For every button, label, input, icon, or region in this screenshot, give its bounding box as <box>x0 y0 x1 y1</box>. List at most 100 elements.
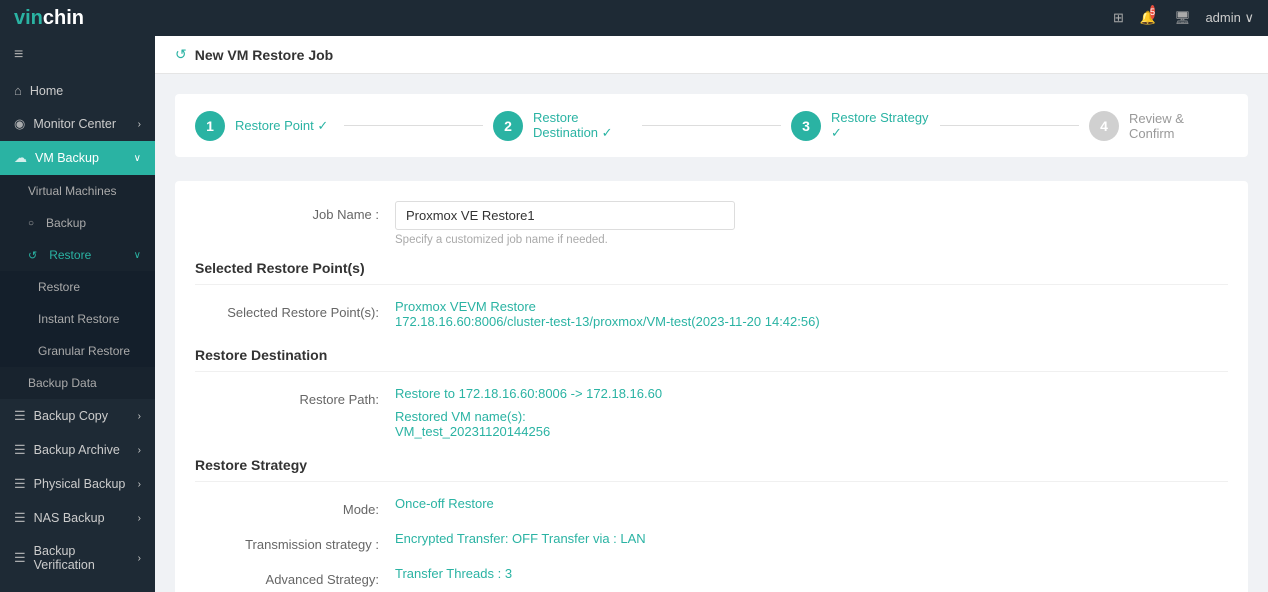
nas-backup-icon: ☰ <box>14 510 26 526</box>
backup-copy-arrow-icon: › <box>138 411 141 422</box>
sidebar-toggle[interactable]: ≡ <box>0 36 155 74</box>
sidebar-item-backup-data[interactable]: Backup Data <box>0 367 155 399</box>
step-1-circle: 1 <box>195 111 225 141</box>
backup-verification-icon: ☰ <box>14 550 26 566</box>
advanced-row: Advanced Strategy: Transfer Threads : 3 <box>195 566 1228 587</box>
sidebar-label-backup-verification: Backup Verification <box>34 544 130 572</box>
stepper: 1 Restore Point ✓ 2 Restore Destination … <box>175 94 1248 157</box>
sidebar-item-resources[interactable]: ⊞ Resources › <box>0 581 155 592</box>
transmission-text: Encrypted Transfer: OFF Transfer via : L… <box>395 531 1228 546</box>
restore-strategy-section: Restore Strategy Mode: Once-off Restore … <box>195 457 1228 592</box>
sidebar-item-home[interactable]: ⌂ Home <box>0 74 155 107</box>
sidebar-item-restore-sub[interactable]: Restore <box>0 271 155 303</box>
form-card: Job Name : Specify a customized job name… <box>175 181 1248 592</box>
selected-restore-line2: 172.18.16.60:8006/cluster-test-13/proxmo… <box>395 314 1228 329</box>
monitor-nav-icon: ◉ <box>14 116 25 132</box>
mode-label: Mode: <box>195 496 395 517</box>
sidebar-label-backup-archive: Backup Archive <box>34 443 120 457</box>
sidebar-item-backup-archive[interactable]: ☰ Backup Archive › <box>0 433 155 467</box>
step-1: 1 Restore Point ✓ <box>195 111 334 141</box>
advanced-value: Transfer Threads : 3 <box>395 566 1228 581</box>
sidebar-label-instant-restore: Instant Restore <box>38 312 119 326</box>
physical-backup-icon: ☰ <box>14 476 26 492</box>
sidebar-label-virtual-machines: Virtual Machines <box>28 184 117 198</box>
sidebar-item-physical-backup[interactable]: ☰ Physical Backup › <box>0 467 155 501</box>
admin-menu[interactable]: admin ∨ <box>1205 10 1254 26</box>
selected-restore-value: Proxmox VEVM Restore 172.18.16.60:8006/c… <box>395 299 1228 329</box>
job-name-hint: Specify a customized job name if needed. <box>395 234 1228 246</box>
selected-restore-label: Selected Restore Point(s): <box>195 299 395 320</box>
destination-section-title: Restore Destination <box>195 347 1228 372</box>
selected-restore-row: Selected Restore Point(s): Proxmox VEVM … <box>195 299 1228 329</box>
selected-restore-section: Selected Restore Point(s) Selected Resto… <box>195 260 1228 329</box>
sidebar-item-granular-restore[interactable]: Granular Restore <box>0 335 155 367</box>
sidebar-item-backup-copy[interactable]: ☰ Backup Copy › <box>0 399 155 433</box>
restore-path-value: Restore to 172.18.16.60:8006 -> 172.18.1… <box>395 386 1228 439</box>
topbar-right: ⊞ 🔔5 🖥 admin ∨ <box>1109 9 1254 27</box>
step-4-circle: 4 <box>1089 111 1119 141</box>
sidebar-label-vmbackup: VM Backup <box>35 151 99 165</box>
page-header-icon: ↺ <box>175 46 187 63</box>
step-3-label: Restore Strategy ✓ <box>831 110 930 141</box>
job-name-input[interactable] <box>395 201 735 230</box>
sidebar-label-granular-restore: Granular Restore <box>38 344 130 358</box>
sidebar-item-nas-backup[interactable]: ☰ NAS Backup › <box>0 501 155 535</box>
page-header: ↺ New VM Restore Job <box>155 36 1268 74</box>
restored-vm-block: Restored VM name(s): VM_test_20231120144… <box>395 409 1228 439</box>
main-content: ↺ New VM Restore Job 1 Restore Point ✓ 2… <box>155 36 1268 592</box>
step-1-check: ✓ <box>317 118 328 133</box>
advanced-label: Advanced Strategy: <box>195 566 395 587</box>
restored-vm-label: Restored VM name(s): <box>395 409 1228 424</box>
nas-backup-arrow-icon: › <box>138 513 141 524</box>
selected-section-title: Selected Restore Point(s) <box>195 260 1228 285</box>
sidebar-item-instant-restore[interactable]: Instant Restore <box>0 303 155 335</box>
job-name-row: Job Name : Specify a customized job name… <box>195 201 1228 246</box>
sidebar-label-nas-backup: NAS Backup <box>34 511 105 525</box>
page-title: New VM Restore Job <box>195 47 333 63</box>
vmbackup-arrow-icon: ∨ <box>134 153 141 164</box>
restore-destination-section: Restore Destination Restore Path: Restor… <box>195 347 1228 439</box>
vmbackup-icon: ☁ <box>14 150 27 166</box>
sidebar-label-home: Home <box>30 84 63 98</box>
sidebar-label-restore-sub: Restore <box>38 280 80 294</box>
step-2-check: ✓ <box>602 125 613 140</box>
backup-archive-arrow-icon: › <box>138 445 141 456</box>
bell-icon[interactable]: 🔔5 <box>1141 9 1159 27</box>
sidebar-label-restore: Restore <box>49 248 91 262</box>
step-2-circle: 2 <box>493 111 523 141</box>
sidebar-item-vmbackup[interactable]: ☁ VM Backup ∨ <box>0 141 155 175</box>
sidebar-item-monitor[interactable]: ◉ Monitor Center › <box>0 107 155 141</box>
monitor-icon[interactable]: 🖥 <box>1173 9 1191 27</box>
topbar: vinchin ⊞ 🔔5 🖥 admin ∨ <box>0 0 1268 36</box>
sidebar-submenu-vmbackup: Virtual Machines ○ Backup ↺ Restore ∨ Re… <box>0 175 155 399</box>
physical-backup-arrow-icon: › <box>138 479 141 490</box>
backup-archive-icon: ☰ <box>14 442 26 458</box>
sidebar: ≡ ⌂ Home ◉ Monitor Center › ☁ VM Backup … <box>0 36 155 592</box>
step-divider-3 <box>940 125 1079 126</box>
step-4: 4 Review & Confirm <box>1089 111 1228 141</box>
restore-arrow-icon: ↺ <box>28 249 37 262</box>
mode-row: Mode: Once-off Restore <box>195 496 1228 517</box>
grid-icon[interactable]: ⊞ <box>1109 9 1127 27</box>
content-area: 1 Restore Point ✓ 2 Restore Destination … <box>155 74 1268 592</box>
backup-circle-icon: ○ <box>28 218 34 229</box>
backup-copy-icon: ☰ <box>14 408 26 424</box>
home-icon: ⌂ <box>14 83 22 98</box>
sidebar-item-restore[interactable]: ↺ Restore ∨ <box>0 239 155 271</box>
restored-vm-name: VM_test_20231120144256 <box>395 424 1228 439</box>
restore-path-text: Restore to 172.18.16.60:8006 -> 172.18.1… <box>395 386 1228 401</box>
restore-path-row: Restore Path: Restore to 172.18.16.60:80… <box>195 386 1228 439</box>
sidebar-item-backup-verification[interactable]: ☰ Backup Verification › <box>0 535 155 581</box>
mode-value: Once-off Restore <box>395 496 1228 511</box>
mode-text: Once-off Restore <box>395 496 1228 511</box>
transmission-row: Transmission strategy : Encrypted Transf… <box>195 531 1228 552</box>
sidebar-item-virtual-machines[interactable]: Virtual Machines <box>0 175 155 207</box>
step-3: 3 Restore Strategy ✓ <box>791 110 930 141</box>
step-3-check: ✓ <box>831 125 842 140</box>
sidebar-item-backup[interactable]: ○ Backup <box>0 207 155 239</box>
logo: vinchin <box>14 7 84 30</box>
sidebar-label-physical-backup: Physical Backup <box>34 477 126 491</box>
step-3-circle: 3 <box>791 111 821 141</box>
monitor-arrow-icon: › <box>138 119 141 130</box>
sidebar-restore-submenu: Restore Instant Restore Granular Restore <box>0 271 155 367</box>
